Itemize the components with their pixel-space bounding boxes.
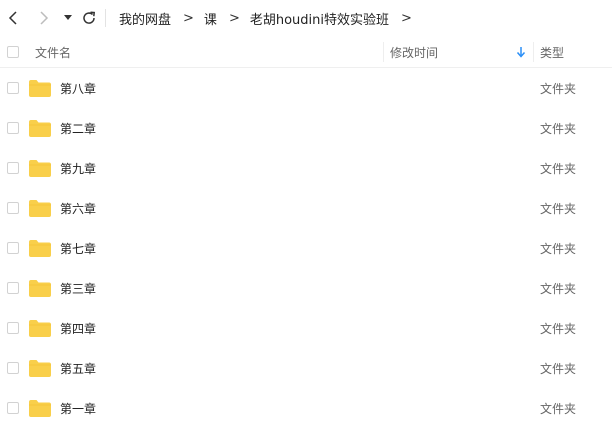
- column-header-name[interactable]: 文件名: [35, 36, 71, 68]
- folder-icon: [29, 160, 51, 177]
- folder-icon: [29, 80, 51, 97]
- row-checkbox[interactable]: [7, 202, 19, 214]
- file-list: 第八章 文件夹 第二章 文件夹 第九章 文件夹 第六章 文件夹 第七章 文件夹 …: [0, 68, 612, 428]
- arrow-down-icon[interactable]: [516, 46, 526, 58]
- folder-icon: [29, 280, 51, 297]
- file-type: 文件夹: [540, 121, 577, 136]
- row-checkbox[interactable]: [7, 362, 19, 374]
- file-type: 文件夹: [540, 281, 577, 296]
- select-all-checkbox[interactable]: [7, 46, 19, 58]
- caret-down-icon: [64, 15, 72, 20]
- column-divider[interactable]: [533, 42, 534, 62]
- back-button[interactable]: [4, 8, 24, 28]
- file-name[interactable]: 第九章: [60, 148, 96, 188]
- file-name[interactable]: 第三章: [60, 268, 96, 308]
- file-type: 文件夹: [540, 241, 577, 256]
- breadcrumb-separator-icon: >: [228, 10, 240, 26]
- file-type: 文件夹: [540, 401, 577, 416]
- folder-icon: [29, 360, 51, 377]
- file-name[interactable]: 第六章: [60, 188, 96, 228]
- column-header-type[interactable]: 类型: [540, 36, 564, 68]
- file-type: 文件夹: [540, 321, 577, 336]
- file-row[interactable]: 第三章 文件夹: [0, 268, 612, 308]
- column-header-modified[interactable]: 修改时间: [390, 36, 438, 68]
- row-checkbox[interactable]: [7, 282, 19, 294]
- chevron-right-icon: [40, 11, 49, 25]
- row-checkbox[interactable]: [7, 322, 19, 334]
- breadcrumb-item-course[interactable]: 课: [204, 9, 217, 28]
- row-checkbox[interactable]: [7, 82, 19, 94]
- file-row[interactable]: 第九章 文件夹: [0, 148, 612, 188]
- refresh-icon: [83, 11, 96, 24]
- file-type: 文件夹: [540, 81, 577, 96]
- refresh-button[interactable]: [79, 8, 99, 28]
- breadcrumb-separator-icon: >: [183, 10, 194, 26]
- row-checkbox[interactable]: [7, 242, 19, 254]
- file-name[interactable]: 第八章: [60, 68, 96, 108]
- toolbar: 我的网盘 > 课 > 老胡houdini特效实验班 >: [0, 0, 612, 36]
- file-name[interactable]: 第二章: [60, 108, 96, 148]
- forward-button[interactable]: [33, 8, 53, 28]
- file-type: 文件夹: [540, 161, 577, 176]
- file-row[interactable]: 第四章 文件夹: [0, 308, 612, 348]
- file-row[interactable]: 第七章 文件夹: [0, 228, 612, 268]
- folder-icon: [29, 120, 51, 137]
- file-row[interactable]: 第二章 文件夹: [0, 108, 612, 148]
- row-checkbox[interactable]: [7, 402, 19, 414]
- file-row[interactable]: 第一章 文件夹: [0, 388, 612, 428]
- file-list-header: 文件名 修改时间 类型: [0, 36, 612, 68]
- file-name[interactable]: 第七章: [60, 228, 96, 268]
- folder-icon: [29, 240, 51, 257]
- file-name[interactable]: 第五章: [60, 348, 96, 388]
- breadcrumb: 我的网盘 > 课 > 老胡houdini特效实验班 >: [119, 0, 422, 36]
- file-row[interactable]: 第六章 文件夹: [0, 188, 612, 228]
- file-type: 文件夹: [540, 361, 577, 376]
- folder-icon: [29, 320, 51, 337]
- breadcrumb-item-root[interactable]: 我的网盘: [119, 9, 171, 28]
- folder-icon: [29, 400, 51, 417]
- file-row[interactable]: 第五章 文件夹: [0, 348, 612, 388]
- file-name[interactable]: 第一章: [60, 388, 96, 428]
- toolbar-divider: [105, 9, 106, 27]
- breadcrumb-item-current[interactable]: 老胡houdini特效实验班: [250, 9, 389, 28]
- row-checkbox[interactable]: [7, 122, 19, 134]
- column-divider[interactable]: [383, 42, 384, 62]
- file-name[interactable]: 第四章: [60, 308, 96, 348]
- chevron-left-icon: [8, 11, 17, 25]
- breadcrumb-separator-icon[interactable]: >: [401, 11, 412, 26]
- history-dropdown-button[interactable]: [58, 8, 78, 28]
- file-row[interactable]: 第八章 文件夹: [0, 68, 612, 108]
- file-type: 文件夹: [540, 201, 577, 216]
- folder-icon: [29, 200, 51, 217]
- row-checkbox[interactable]: [7, 162, 19, 174]
